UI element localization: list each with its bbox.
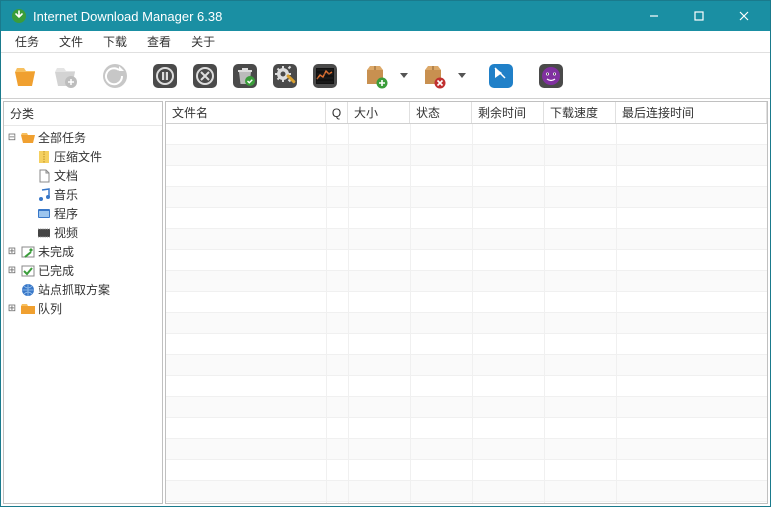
grid-body[interactable] bbox=[166, 124, 767, 503]
stop-all-button[interactable] bbox=[187, 58, 223, 94]
collapse-icon[interactable]: ⊟ bbox=[6, 132, 18, 143]
start-queue-dropdown[interactable] bbox=[397, 58, 411, 94]
grid-row[interactable] bbox=[166, 397, 767, 418]
tree-node-all[interactable]: ⊟ 全部任务 bbox=[4, 128, 162, 147]
folder-open-icon bbox=[20, 130, 36, 146]
tell-friend-button[interactable] bbox=[533, 58, 569, 94]
tree-label: 压缩文件 bbox=[54, 148, 102, 165]
app-window: Internet Download Manager 6.38 任务 文件 下载 … bbox=[0, 0, 771, 507]
content-area: 分类 ⊟ 全部任务 压缩文件 文档 音乐 bbox=[1, 99, 770, 506]
minimize-button[interactable] bbox=[631, 1, 676, 31]
menu-tasks[interactable]: 任务 bbox=[5, 31, 49, 52]
tree-label: 文档 bbox=[54, 167, 78, 184]
titlebar: Internet Download Manager 6.38 bbox=[1, 1, 770, 31]
grid-header: 文件名 Q 大小 状态 剩余时间 下载速度 最后连接时间 bbox=[166, 102, 767, 124]
tree-node-documents[interactable]: 文档 bbox=[4, 166, 162, 185]
add-batch-button[interactable] bbox=[47, 58, 83, 94]
stop-button[interactable] bbox=[147, 58, 183, 94]
sidebar-header: 分类 bbox=[4, 102, 162, 126]
resume-button[interactable] bbox=[97, 58, 133, 94]
col-q[interactable]: Q bbox=[326, 102, 348, 123]
col-size[interactable]: 大小 bbox=[348, 102, 410, 123]
tree-label: 站点抓取方案 bbox=[38, 281, 110, 298]
video-icon bbox=[36, 225, 52, 241]
program-icon bbox=[36, 206, 52, 222]
grid-row[interactable] bbox=[166, 187, 767, 208]
music-icon bbox=[36, 187, 52, 203]
maximize-button[interactable] bbox=[676, 1, 721, 31]
options-button[interactable] bbox=[267, 58, 303, 94]
grid-row[interactable] bbox=[166, 439, 767, 460]
grid-row[interactable] bbox=[166, 229, 767, 250]
sidebar: 分类 ⊟ 全部任务 压缩文件 文档 音乐 bbox=[3, 101, 163, 504]
tree-label: 音乐 bbox=[54, 186, 78, 203]
category-tree: ⊟ 全部任务 压缩文件 文档 音乐 程序 bbox=[4, 126, 162, 320]
expand-icon[interactable]: ⊞ bbox=[6, 246, 18, 257]
menu-downloads[interactable]: 下载 bbox=[93, 31, 137, 52]
toolbar bbox=[1, 53, 770, 99]
menu-file[interactable]: 文件 bbox=[49, 31, 93, 52]
expand-icon[interactable]: ⊞ bbox=[6, 303, 18, 314]
menubar: 任务 文件 下载 查看 关于 bbox=[1, 31, 770, 53]
stop-queue-dropdown[interactable] bbox=[455, 58, 469, 94]
grid-row[interactable] bbox=[166, 481, 767, 502]
unfinished-icon bbox=[20, 244, 36, 260]
window-title: Internet Download Manager 6.38 bbox=[33, 9, 631, 24]
grabber-button[interactable] bbox=[483, 58, 519, 94]
grid-row[interactable] bbox=[166, 208, 767, 229]
col-timeleft[interactable]: 剩余时间 bbox=[472, 102, 544, 123]
tree-label: 全部任务 bbox=[38, 129, 86, 146]
document-icon bbox=[36, 168, 52, 184]
tree-node-video[interactable]: 视频 bbox=[4, 223, 162, 242]
col-lastconn[interactable]: 最后连接时间 bbox=[616, 102, 767, 123]
grid-row[interactable] bbox=[166, 166, 767, 187]
grid-row[interactable] bbox=[166, 313, 767, 334]
close-button[interactable] bbox=[721, 1, 766, 31]
grid-row[interactable] bbox=[166, 418, 767, 439]
globe-icon bbox=[20, 282, 36, 298]
scheduler-button[interactable] bbox=[307, 58, 343, 94]
tree-label: 已完成 bbox=[38, 262, 74, 279]
col-status[interactable]: 状态 bbox=[410, 102, 472, 123]
tree-node-queues[interactable]: ⊞ 队列 bbox=[4, 299, 162, 318]
grid-row[interactable] bbox=[166, 376, 767, 397]
grid-row[interactable] bbox=[166, 271, 767, 292]
tree-node-programs[interactable]: 程序 bbox=[4, 204, 162, 223]
grid-row[interactable] bbox=[166, 460, 767, 481]
menu-about[interactable]: 关于 bbox=[181, 31, 225, 52]
grid-row[interactable] bbox=[166, 355, 767, 376]
grid-row[interactable] bbox=[166, 334, 767, 355]
grid-row[interactable] bbox=[166, 292, 767, 313]
tree-node-music[interactable]: 音乐 bbox=[4, 185, 162, 204]
finished-icon bbox=[20, 263, 36, 279]
menu-view[interactable]: 查看 bbox=[137, 31, 181, 52]
delete-button[interactable] bbox=[227, 58, 263, 94]
grid-row[interactable] bbox=[166, 145, 767, 166]
tree-node-grabber[interactable]: 站点抓取方案 bbox=[4, 280, 162, 299]
window-controls bbox=[631, 1, 766, 31]
downloads-grid: 文件名 Q 大小 状态 剩余时间 下载速度 最后连接时间 bbox=[165, 101, 768, 504]
tree-label: 程序 bbox=[54, 205, 78, 222]
app-logo-icon bbox=[11, 8, 27, 24]
tree-node-unfinished[interactable]: ⊞ 未完成 bbox=[4, 242, 162, 261]
col-speed[interactable]: 下载速度 bbox=[544, 102, 616, 123]
grid-row[interactable] bbox=[166, 250, 767, 271]
col-filename[interactable]: 文件名 bbox=[166, 102, 326, 123]
tree-node-compressed[interactable]: 压缩文件 bbox=[4, 147, 162, 166]
expand-icon[interactable]: ⊞ bbox=[6, 265, 18, 276]
grid-row[interactable] bbox=[166, 124, 767, 145]
start-queue-button[interactable] bbox=[357, 58, 393, 94]
stop-queue-button[interactable] bbox=[415, 58, 451, 94]
tree-label: 队列 bbox=[38, 300, 62, 317]
tree-label: 视频 bbox=[54, 224, 78, 241]
tree-node-finished[interactable]: ⊞ 已完成 bbox=[4, 261, 162, 280]
add-url-button[interactable] bbox=[7, 58, 43, 94]
tree-label: 未完成 bbox=[38, 243, 74, 260]
archive-icon bbox=[36, 149, 52, 165]
folder-icon bbox=[20, 301, 36, 317]
